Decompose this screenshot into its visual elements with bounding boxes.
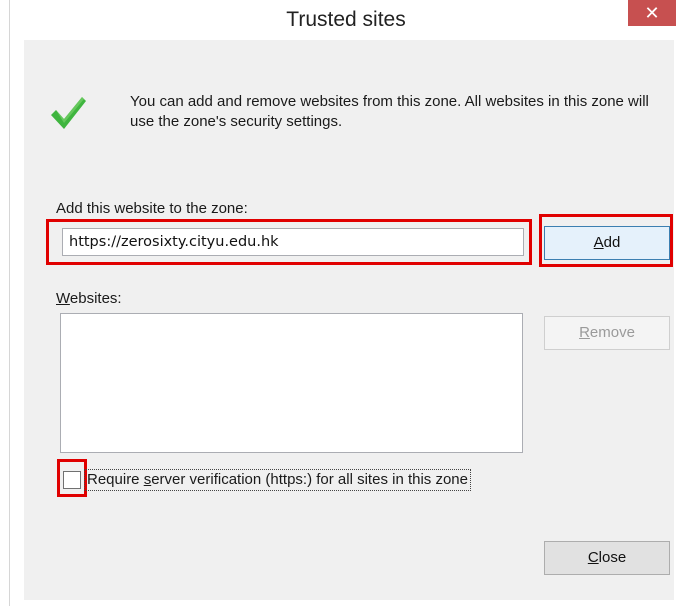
close-button-rest: lose xyxy=(598,549,627,566)
dialog-title: Trusted sites xyxy=(286,8,406,31)
close-button-accel: C xyxy=(587,549,599,566)
add-button-accel: A xyxy=(593,234,604,251)
dialog-body: You can add and remove websites from thi… xyxy=(24,40,674,600)
checkmark-icon xyxy=(51,97,86,129)
verification-label-before: Require xyxy=(87,471,144,488)
add-button[interactable]: Add xyxy=(544,226,670,260)
websites-label: Websites: xyxy=(56,290,122,307)
remove-button-rest: emove xyxy=(589,324,635,341)
verification-label-after: erver verification (https:) for all site… xyxy=(151,471,468,488)
website-url-input[interactable] xyxy=(62,228,524,256)
info-text: You can add and remove websites from thi… xyxy=(130,93,649,130)
title-bar: Trusted sites ✕ xyxy=(10,0,681,40)
close-icon[interactable]: ✕ xyxy=(628,0,676,26)
websites-label-rest: ebsites: xyxy=(69,290,122,307)
remove-button[interactable]: Remove xyxy=(544,316,670,350)
require-verification-label[interactable]: Require server verification (https:) for… xyxy=(84,469,471,491)
trusted-sites-dialog: Trusted sites ✕ You can add and remove w… xyxy=(9,0,681,606)
close-button[interactable]: Close xyxy=(544,541,670,575)
add-website-label: Add this website to the zone: xyxy=(56,200,248,217)
add-button-rest: dd xyxy=(603,234,621,251)
websites-label-accel: W xyxy=(56,290,70,307)
websites-list[interactable] xyxy=(60,313,523,453)
remove-button-accel: R xyxy=(579,324,590,341)
require-verification-checkbox[interactable] xyxy=(63,471,81,489)
